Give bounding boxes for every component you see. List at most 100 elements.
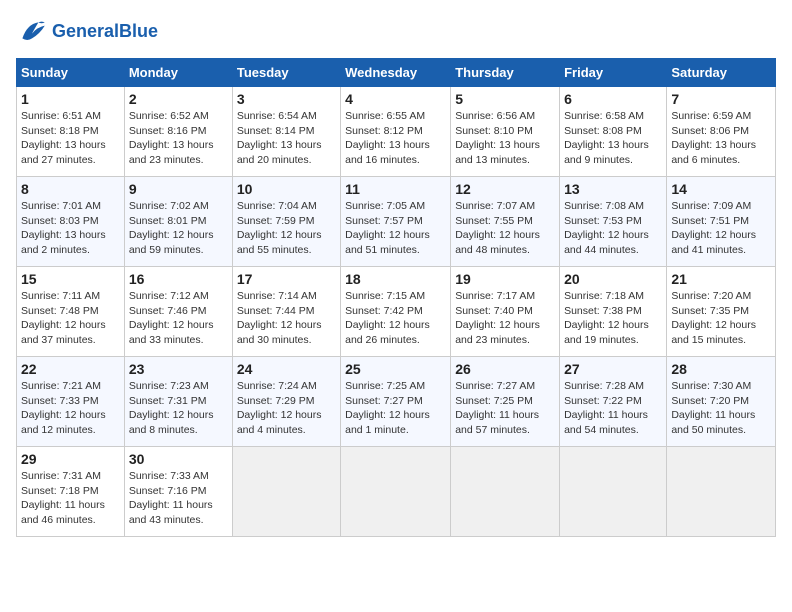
calendar-cell xyxy=(667,447,776,537)
calendar-cell: 11 Sunrise: 7:05 AMSunset: 7:57 PMDaylig… xyxy=(341,177,451,267)
day-number: 17 xyxy=(237,271,336,287)
day-number: 26 xyxy=(455,361,555,377)
calendar-table: Sunday Monday Tuesday Wednesday Thursday… xyxy=(16,58,776,537)
day-number: 9 xyxy=(129,181,228,197)
day-info: Sunrise: 7:18 AMSunset: 7:38 PMDaylight:… xyxy=(564,290,649,346)
calendar-week-4: 22 Sunrise: 7:21 AMSunset: 7:33 PMDaylig… xyxy=(17,357,776,447)
col-sunday: Sunday xyxy=(17,59,125,87)
calendar-cell: 12 Sunrise: 7:07 AMSunset: 7:55 PMDaylig… xyxy=(451,177,560,267)
day-number: 16 xyxy=(129,271,228,287)
day-info: Sunrise: 7:23 AMSunset: 7:31 PMDaylight:… xyxy=(129,380,214,436)
logo: GeneralBlue xyxy=(16,16,158,48)
day-number: 20 xyxy=(564,271,662,287)
calendar-cell: 27 Sunrise: 7:28 AMSunset: 7:22 PMDaylig… xyxy=(560,357,667,447)
calendar-cell: 14 Sunrise: 7:09 AMSunset: 7:51 PMDaylig… xyxy=(667,177,776,267)
day-number: 21 xyxy=(671,271,771,287)
day-number: 28 xyxy=(671,361,771,377)
day-info: Sunrise: 7:25 AMSunset: 7:27 PMDaylight:… xyxy=(345,380,430,436)
calendar-cell: 28 Sunrise: 7:30 AMSunset: 7:20 PMDaylig… xyxy=(667,357,776,447)
calendar-cell: 29 Sunrise: 7:31 AMSunset: 7:18 PMDaylig… xyxy=(17,447,125,537)
day-info: Sunrise: 6:54 AMSunset: 8:14 PMDaylight:… xyxy=(237,110,322,166)
col-monday: Monday xyxy=(124,59,232,87)
col-wednesday: Wednesday xyxy=(341,59,451,87)
calendar-cell: 2 Sunrise: 6:52 AMSunset: 8:16 PMDayligh… xyxy=(124,87,232,177)
day-info: Sunrise: 7:07 AMSunset: 7:55 PMDaylight:… xyxy=(455,200,540,256)
day-info: Sunrise: 7:17 AMSunset: 7:40 PMDaylight:… xyxy=(455,290,540,346)
page-header: GeneralBlue xyxy=(16,16,776,48)
day-number: 18 xyxy=(345,271,446,287)
day-number: 12 xyxy=(455,181,555,197)
calendar-cell: 25 Sunrise: 7:25 AMSunset: 7:27 PMDaylig… xyxy=(341,357,451,447)
day-number: 13 xyxy=(564,181,662,197)
calendar-cell: 15 Sunrise: 7:11 AMSunset: 7:48 PMDaylig… xyxy=(17,267,125,357)
logo-icon xyxy=(16,16,48,48)
calendar-cell: 6 Sunrise: 6:58 AMSunset: 8:08 PMDayligh… xyxy=(560,87,667,177)
day-number: 8 xyxy=(21,181,120,197)
day-number: 6 xyxy=(564,91,662,107)
col-saturday: Saturday xyxy=(667,59,776,87)
day-info: Sunrise: 7:20 AMSunset: 7:35 PMDaylight:… xyxy=(671,290,756,346)
calendar-cell: 13 Sunrise: 7:08 AMSunset: 7:53 PMDaylig… xyxy=(560,177,667,267)
calendar-week-5: 29 Sunrise: 7:31 AMSunset: 7:18 PMDaylig… xyxy=(17,447,776,537)
day-number: 24 xyxy=(237,361,336,377)
day-info: Sunrise: 7:30 AMSunset: 7:20 PMDaylight:… xyxy=(671,380,755,436)
calendar-cell xyxy=(560,447,667,537)
day-number: 5 xyxy=(455,91,555,107)
day-number: 10 xyxy=(237,181,336,197)
day-info: Sunrise: 7:09 AMSunset: 7:51 PMDaylight:… xyxy=(671,200,756,256)
day-info: Sunrise: 7:21 AMSunset: 7:33 PMDaylight:… xyxy=(21,380,106,436)
day-info: Sunrise: 7:24 AMSunset: 7:29 PMDaylight:… xyxy=(237,380,322,436)
day-info: Sunrise: 6:55 AMSunset: 8:12 PMDaylight:… xyxy=(345,110,430,166)
header-row: Sunday Monday Tuesday Wednesday Thursday… xyxy=(17,59,776,87)
day-info: Sunrise: 7:02 AMSunset: 8:01 PMDaylight:… xyxy=(129,200,214,256)
day-number: 4 xyxy=(345,91,446,107)
calendar-week-1: 1 Sunrise: 6:51 AMSunset: 8:18 PMDayligh… xyxy=(17,87,776,177)
calendar-cell: 16 Sunrise: 7:12 AMSunset: 7:46 PMDaylig… xyxy=(124,267,232,357)
calendar-cell: 23 Sunrise: 7:23 AMSunset: 7:31 PMDaylig… xyxy=(124,357,232,447)
calendar-cell: 1 Sunrise: 6:51 AMSunset: 8:18 PMDayligh… xyxy=(17,87,125,177)
day-info: Sunrise: 6:51 AMSunset: 8:18 PMDaylight:… xyxy=(21,110,106,166)
calendar-cell: 18 Sunrise: 7:15 AMSunset: 7:42 PMDaylig… xyxy=(341,267,451,357)
col-thursday: Thursday xyxy=(451,59,560,87)
calendar-body: 1 Sunrise: 6:51 AMSunset: 8:18 PMDayligh… xyxy=(17,87,776,537)
calendar-cell: 10 Sunrise: 7:04 AMSunset: 7:59 PMDaylig… xyxy=(232,177,340,267)
calendar-cell: 19 Sunrise: 7:17 AMSunset: 7:40 PMDaylig… xyxy=(451,267,560,357)
calendar-cell xyxy=(341,447,451,537)
calendar-cell: 5 Sunrise: 6:56 AMSunset: 8:10 PMDayligh… xyxy=(451,87,560,177)
calendar-cell: 26 Sunrise: 7:27 AMSunset: 7:25 PMDaylig… xyxy=(451,357,560,447)
day-info: Sunrise: 7:15 AMSunset: 7:42 PMDaylight:… xyxy=(345,290,430,346)
day-number: 23 xyxy=(129,361,228,377)
day-info: Sunrise: 7:33 AMSunset: 7:16 PMDaylight:… xyxy=(129,470,213,526)
calendar-cell xyxy=(232,447,340,537)
day-number: 30 xyxy=(129,451,228,467)
calendar-cell xyxy=(451,447,560,537)
calendar-cell: 8 Sunrise: 7:01 AMSunset: 8:03 PMDayligh… xyxy=(17,177,125,267)
day-number: 14 xyxy=(671,181,771,197)
calendar-week-3: 15 Sunrise: 7:11 AMSunset: 7:48 PMDaylig… xyxy=(17,267,776,357)
day-number: 15 xyxy=(21,271,120,287)
day-info: Sunrise: 6:58 AMSunset: 8:08 PMDaylight:… xyxy=(564,110,649,166)
day-number: 11 xyxy=(345,181,446,197)
calendar-cell: 21 Sunrise: 7:20 AMSunset: 7:35 PMDaylig… xyxy=(667,267,776,357)
day-info: Sunrise: 7:28 AMSunset: 7:22 PMDaylight:… xyxy=(564,380,648,436)
day-number: 3 xyxy=(237,91,336,107)
day-number: 29 xyxy=(21,451,120,467)
day-number: 1 xyxy=(21,91,120,107)
day-info: Sunrise: 6:59 AMSunset: 8:06 PMDaylight:… xyxy=(671,110,756,166)
col-tuesday: Tuesday xyxy=(232,59,340,87)
calendar-cell: 7 Sunrise: 6:59 AMSunset: 8:06 PMDayligh… xyxy=(667,87,776,177)
day-number: 25 xyxy=(345,361,446,377)
calendar-cell: 3 Sunrise: 6:54 AMSunset: 8:14 PMDayligh… xyxy=(232,87,340,177)
day-info: Sunrise: 7:01 AMSunset: 8:03 PMDaylight:… xyxy=(21,200,106,256)
day-info: Sunrise: 7:04 AMSunset: 7:59 PMDaylight:… xyxy=(237,200,322,256)
day-info: Sunrise: 7:11 AMSunset: 7:48 PMDaylight:… xyxy=(21,290,106,346)
calendar-cell: 30 Sunrise: 7:33 AMSunset: 7:16 PMDaylig… xyxy=(124,447,232,537)
day-info: Sunrise: 6:52 AMSunset: 8:16 PMDaylight:… xyxy=(129,110,214,166)
calendar-cell: 17 Sunrise: 7:14 AMSunset: 7:44 PMDaylig… xyxy=(232,267,340,357)
day-info: Sunrise: 7:08 AMSunset: 7:53 PMDaylight:… xyxy=(564,200,649,256)
calendar-cell: 24 Sunrise: 7:24 AMSunset: 7:29 PMDaylig… xyxy=(232,357,340,447)
day-info: Sunrise: 7:31 AMSunset: 7:18 PMDaylight:… xyxy=(21,470,105,526)
calendar-cell: 4 Sunrise: 6:55 AMSunset: 8:12 PMDayligh… xyxy=(341,87,451,177)
day-info: Sunrise: 7:14 AMSunset: 7:44 PMDaylight:… xyxy=(237,290,322,346)
logo-text: GeneralBlue xyxy=(52,22,158,42)
